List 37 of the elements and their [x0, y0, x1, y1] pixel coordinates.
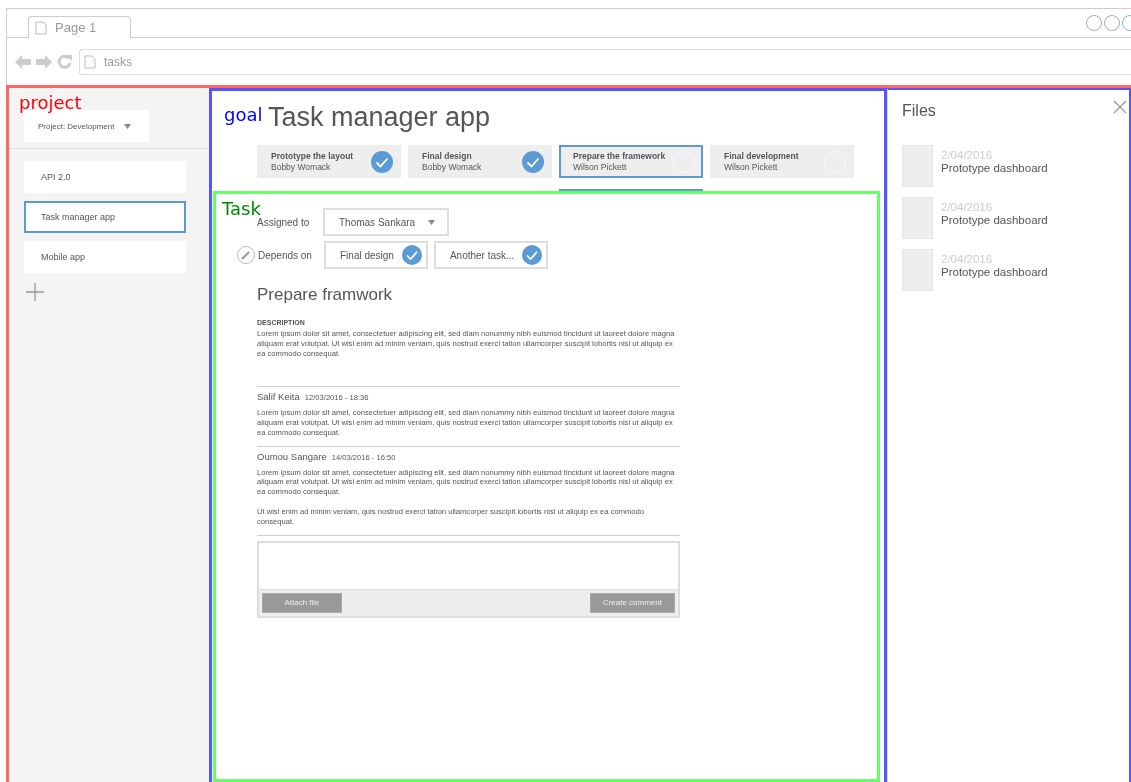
project-item[interactable]: API 2.0	[24, 161, 186, 193]
goal-title: Task manager app	[268, 102, 491, 134]
milestone-tab[interactable]: Prototype the layout Bobby Womack	[257, 145, 401, 178]
file-thumbnail	[902, 197, 933, 239]
file-name[interactable]: Prototype dashboard	[941, 214, 1048, 226]
milestone-tab[interactable]: Final development Wilson Pickett	[710, 145, 854, 178]
files-title: Files	[902, 102, 936, 120]
milestone-tab[interactable]: Prepare the framework Wilson Pickett	[559, 145, 703, 178]
close-icon[interactable]	[1113, 100, 1127, 114]
annotation-label: goal	[224, 106, 263, 124]
file-thumbnail	[902, 249, 933, 291]
file-name[interactable]: Prototype dashboard	[941, 162, 1048, 174]
window-controls-icon[interactable]	[1085, 14, 1131, 32]
dependency-chip[interactable]: Another task...	[433, 241, 549, 269]
dropdown-caret-icon	[428, 219, 435, 225]
task-title: Prepare framwork	[257, 285, 394, 305]
annotation-label: project	[19, 94, 82, 112]
dropdown-caret-icon	[124, 123, 132, 129]
assignee-select[interactable]: Thomas Sankara	[323, 208, 449, 236]
project-item[interactable]: Mobile app	[24, 241, 186, 273]
comment-author: Salif Keita	[257, 391, 300, 402]
page-icon	[35, 20, 47, 35]
reload-icon[interactable]	[57, 54, 72, 69]
edit-icon[interactable]	[237, 246, 255, 264]
annotation-label: Task	[222, 200, 261, 218]
milestone-tab[interactable]: Final design Bobby Womack	[408, 145, 552, 178]
file-name[interactable]: Prototype dashboard	[941, 266, 1048, 278]
back-icon[interactable]	[15, 54, 31, 69]
page-icon	[84, 54, 96, 69]
forward-icon[interactable]	[36, 54, 52, 69]
field-label: Depends on	[258, 249, 313, 261]
add-icon[interactable]	[26, 283, 44, 301]
field-label: Assigned to	[257, 216, 311, 228]
dependency-chip[interactable]: Final design	[324, 241, 428, 269]
project-item[interactable]: Task manager app	[24, 201, 186, 233]
file-thumbnail	[902, 145, 933, 187]
comment-author: Oumou Sangare	[257, 450, 327, 462]
